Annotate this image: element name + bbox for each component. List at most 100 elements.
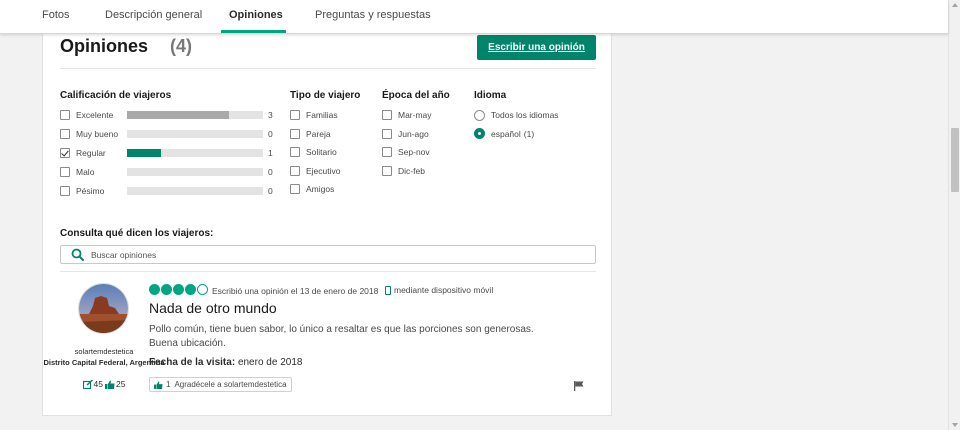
- thank-reviewer-button[interactable]: 1 Agradécele a solartemdestetica: [149, 377, 292, 392]
- active-tab-indicator: [221, 30, 286, 33]
- reviews-card: Opiniones (4) Escribir una opinión Calif…: [42, 28, 612, 416]
- season-checkbox[interactable]: [382, 110, 392, 120]
- season-option-label: Jun-ago: [398, 128, 429, 139]
- rating-checkbox[interactable]: [60, 148, 70, 158]
- traveler-type-option[interactable]: Amigos: [290, 183, 334, 195]
- rating-checkbox[interactable]: [60, 129, 70, 139]
- thumbs-up-icon: [154, 380, 163, 389]
- language-option[interactable]: español (1): [474, 128, 534, 140]
- header-divider: [60, 68, 596, 69]
- season-option[interactable]: Dic-feb: [382, 165, 425, 177]
- report-flag-icon[interactable]: [574, 381, 584, 391]
- rating-count: 0: [268, 186, 273, 196]
- rating-bubbles: [149, 284, 209, 295]
- traveler-type-checkbox[interactable]: [290, 184, 300, 194]
- traveler-type-option-label: Solitario: [306, 147, 337, 157]
- rating-count: 1: [268, 148, 273, 158]
- language-radio[interactable]: [474, 109, 485, 121]
- rating-option[interactable]: Muy bueno 0: [60, 128, 280, 140]
- traveler-type-option[interactable]: Pareja: [290, 128, 331, 140]
- traveler-type-checkbox[interactable]: [290, 165, 300, 176]
- thanks-label: Agradécele a solartemdestetica: [174, 380, 287, 389]
- rating-option-label: Pésimo: [76, 186, 105, 196]
- traveler-type-checkbox[interactable]: [290, 110, 300, 120]
- rating-filter-heading: Calificación de viajeros: [60, 90, 172, 101]
- season-option[interactable]: Jun-ago: [382, 128, 429, 140]
- rating-option[interactable]: Malo 0: [60, 166, 280, 178]
- rating-checkbox[interactable]: [60, 110, 70, 120]
- review-body-line: Buena ubicación.: [149, 338, 226, 349]
- traveler-type-option[interactable]: Familias: [290, 109, 338, 121]
- traveler-type-checkbox[interactable]: [290, 147, 300, 157]
- rating-bar: [127, 111, 263, 119]
- user-location: Distrito Capital Federal, Argentina: [43, 358, 165, 367]
- rating-bar: [127, 168, 263, 176]
- mobile-badge-label: mediante dispositivo móvil: [394, 285, 494, 295]
- traveler-type-heading: Tipo de viajero: [290, 90, 361, 101]
- tab-overview[interactable]: Descripción general: [105, 9, 202, 21]
- search-divider: [60, 271, 596, 272]
- rating-bar: [127, 149, 263, 157]
- scroll-thumb[interactable]: [951, 128, 959, 192]
- write-review-button[interactable]: Escribir una opinión: [477, 35, 596, 60]
- reviews-title: Opiniones: [60, 36, 149, 56]
- tab-photos[interactable]: Fotos: [42, 9, 70, 21]
- mobile-badge: mediante dispositivo móvil: [385, 285, 493, 295]
- language-option-label: español: [491, 128, 521, 139]
- language-heading: Idioma: [474, 90, 507, 101]
- rating-count: 0: [268, 167, 273, 177]
- rating-option-label: Regular: [76, 148, 106, 158]
- search-box[interactable]: [60, 245, 596, 264]
- traveler-type-checkbox[interactable]: [290, 128, 300, 139]
- rating-bar: [127, 187, 263, 195]
- rating-bubble: [185, 284, 196, 295]
- rating-count: 0: [268, 129, 273, 139]
- scroll-down-arrow[interactable]: [952, 423, 958, 427]
- scroll-up-arrow[interactable]: [952, 3, 958, 7]
- rating-bar-fill: [127, 149, 161, 157]
- language-option[interactable]: Todos los idiomas: [474, 109, 559, 121]
- traveler-type-option-label: Ejecutivo: [306, 165, 341, 176]
- season-option-label: Dic-feb: [398, 165, 425, 176]
- review-date: Escribió una opinión el 13 de enero de 2…: [212, 286, 379, 296]
- visit-date-value: enero de 2018: [237, 357, 303, 368]
- season-checkbox[interactable]: [382, 165, 392, 176]
- rating-bubble: [149, 284, 160, 295]
- language-radio[interactable]: [474, 128, 485, 139]
- scrollbar[interactable]: [948, 0, 960, 430]
- rating-bar: [127, 130, 263, 138]
- rating-option[interactable]: Pésimo 0: [60, 185, 280, 197]
- traveler-type-option-label: Amigos: [306, 184, 335, 194]
- rating-option[interactable]: Excelente 3: [60, 109, 280, 121]
- username[interactable]: solartemdestetica: [43, 347, 165, 356]
- visit-date-label: Fecha de la visita:: [149, 357, 236, 368]
- season-checkbox[interactable]: [382, 147, 392, 157]
- season-checkbox[interactable]: [382, 128, 392, 139]
- contributions-count: 45: [93, 379, 103, 389]
- rating-option[interactable]: Regular 1: [60, 147, 280, 159]
- rating-checkbox[interactable]: [60, 167, 70, 177]
- rating-count: 3: [268, 110, 273, 120]
- traveler-type-option[interactable]: Ejecutivo: [290, 165, 341, 177]
- review-body-line: Pollo común, tiene buen sabor, lo único …: [149, 324, 534, 335]
- rating-bubble: [173, 284, 184, 295]
- tab-reviews[interactable]: Opiniones: [229, 9, 283, 21]
- season-option-label: Mar-may: [398, 110, 432, 120]
- language-option-label: Todos los idiomas: [491, 110, 559, 120]
- rating-option-label: Muy bueno: [76, 129, 119, 139]
- avatar[interactable]: [78, 283, 129, 334]
- tab-questions[interactable]: Preguntas y respuestas: [315, 9, 431, 21]
- search-input[interactable]: [91, 247, 581, 262]
- rating-checkbox[interactable]: [60, 186, 70, 196]
- review-title[interactable]: Nada de otro mundo: [149, 300, 277, 316]
- season-option-label: Sep-nov: [398, 147, 430, 157]
- reviews-count: (4): [170, 36, 192, 56]
- season-option[interactable]: Sep-nov: [382, 146, 430, 158]
- season-heading: Época del año: [382, 90, 450, 101]
- rating-option-label: Excelente: [76, 110, 114, 120]
- search-label: Consulta qué dicen los viajeros:: [60, 228, 214, 239]
- traveler-type-option[interactable]: Solitario: [290, 146, 337, 158]
- search-icon: [71, 248, 84, 261]
- contributions-icon: [82, 379, 93, 389]
- season-option[interactable]: Mar-may: [382, 109, 432, 121]
